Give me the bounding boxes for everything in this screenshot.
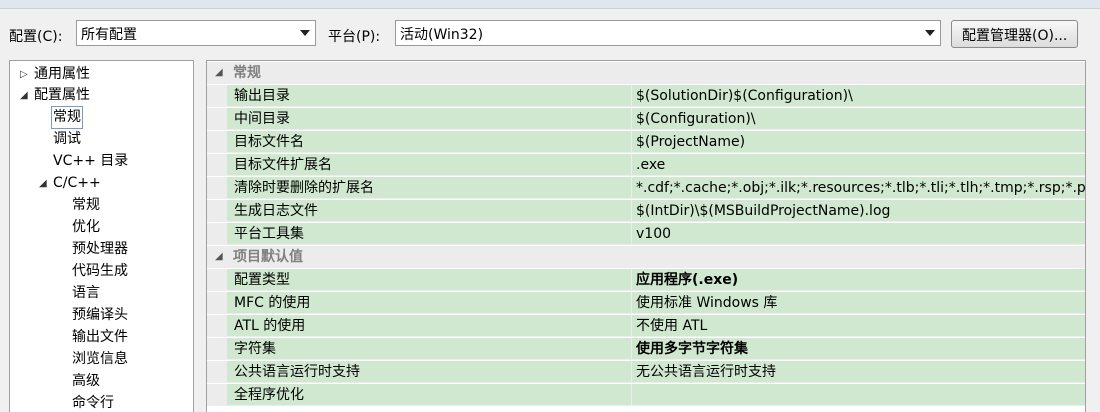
- tree-item-common-properties[interactable]: ▷ 通用属性: [20, 64, 90, 85]
- config-toolbar: 配置(C): 所有配置 平台(P): 活动(Win32) 配置管理器(O)...: [0, 14, 1100, 54]
- property-row-intermediate-directory[interactable]: 中间目录 $(Configuration)\: [207, 108, 1085, 130]
- tree-item-advanced[interactable]: 高级: [72, 371, 100, 392]
- tree-item-label: C/C++: [53, 175, 101, 191]
- tree-item-cpp-general[interactable]: 常规: [72, 195, 100, 216]
- property-value[interactable]: .exe: [632, 154, 1085, 175]
- property-grid: ◢ 常规 输出目录 $(SolutionDir)$(Configuration)…: [206, 60, 1086, 412]
- collapse-arrow-icon[interactable]: ◢: [39, 173, 47, 194]
- chevron-down-icon: [300, 30, 310, 36]
- property-name: 目标文件名: [227, 131, 631, 152]
- category-project-defaults[interactable]: ◢ 项目默认值: [207, 246, 1085, 268]
- property-name: 生成日志文件: [227, 200, 631, 221]
- config-label: 配置(C):: [9, 29, 63, 45]
- tree-item-label: 常规: [53, 109, 81, 125]
- property-row-target-name[interactable]: 目标文件名 $(ProjectName): [207, 131, 1085, 153]
- property-name: 配置类型: [227, 269, 631, 290]
- tree-item-label: 输出文件: [72, 329, 128, 345]
- property-value[interactable]: *.cdf;*.cache;*.obj;*.ilk;*.resources;*.…: [632, 177, 1085, 198]
- tree-item-label: 常规: [72, 197, 100, 213]
- property-row-configuration-type[interactable]: 配置类型 应用程序(.exe): [207, 269, 1085, 291]
- tree-item-label: 通用属性: [34, 66, 90, 82]
- tree-item-label: 预处理器: [72, 241, 128, 257]
- property-value[interactable]: 使用多字节字符集: [632, 338, 1085, 359]
- property-name: MFC 的使用: [227, 292, 631, 313]
- property-name: 清除时要删除的扩展名: [227, 177, 631, 198]
- tree-item-label: VC++ 目录: [53, 153, 129, 169]
- property-row-build-log-file[interactable]: 生成日志文件 $(IntDir)\$(MSBuildProjectName).l…: [207, 200, 1085, 222]
- property-name: 平台工具集: [227, 223, 631, 244]
- property-name: 输出目录: [227, 85, 631, 106]
- category-label: 项目默认值: [233, 249, 303, 265]
- property-name: 全程序优化: [227, 384, 631, 405]
- tree-item-label: 预编译头: [72, 307, 128, 323]
- property-row-platform-toolset[interactable]: 平台工具集 v100: [207, 223, 1085, 245]
- tree-item-code-generation[interactable]: 代码生成: [72, 261, 128, 282]
- property-row-output-directory[interactable]: 输出目录 $(SolutionDir)$(Configuration)\: [207, 85, 1085, 107]
- tree-item-label: 浏览信息: [72, 351, 128, 367]
- property-row-use-of-mfc[interactable]: MFC 的使用 使用标准 Windows 库: [207, 292, 1085, 314]
- property-value[interactable]: 无公共语言运行时支持: [632, 361, 1085, 382]
- tree-item-general[interactable]: 常规: [51, 106, 83, 129]
- category-label: 常规: [233, 65, 261, 81]
- category-general[interactable]: ◢ 常规: [207, 62, 1085, 84]
- tree-item-c-cpp[interactable]: ◢ C/C++: [39, 173, 101, 194]
- title-bar-strip: [0, 0, 1100, 9]
- property-row-character-set[interactable]: 字符集 使用多字节字符集: [207, 338, 1085, 360]
- property-value[interactable]: v100: [632, 223, 1085, 244]
- property-row-target-extension[interactable]: 目标文件扩展名 .exe: [207, 154, 1085, 176]
- collapse-arrow-icon[interactable]: ◢: [215, 246, 223, 268]
- config-dropdown[interactable]: 所有配置: [76, 20, 316, 46]
- tree-item-label: 高级: [72, 373, 100, 389]
- property-row-extensions-to-delete[interactable]: 清除时要删除的扩展名 *.cdf;*.cache;*.obj;*.ilk;*.r…: [207, 177, 1085, 199]
- tree-item-label: 语言: [72, 285, 100, 301]
- property-value[interactable]: $(ProjectName): [632, 131, 1085, 152]
- property-value[interactable]: 应用程序(.exe): [632, 269, 1085, 290]
- config-dropdown-value: 所有配置: [81, 27, 137, 43]
- tree-item-config-properties[interactable]: ◢ 配置属性: [20, 85, 90, 106]
- tree-item-label: 优化: [72, 219, 100, 235]
- property-name: 公共语言运行时支持: [227, 361, 631, 382]
- tree-item-preprocessor[interactable]: 预处理器: [72, 239, 128, 260]
- tree-item-debugging[interactable]: 调试: [53, 129, 81, 150]
- tree-item-vc-directories[interactable]: VC++ 目录: [53, 151, 128, 172]
- property-row-clr-support[interactable]: 公共语言运行时支持 无公共语言运行时支持: [207, 361, 1085, 383]
- property-value[interactable]: 不使用 ATL: [632, 315, 1085, 336]
- tree-item-language[interactable]: 语言: [72, 283, 100, 304]
- platform-dropdown-value: 活动(Win32): [400, 27, 484, 43]
- platform-label: 平台(P):: [328, 29, 381, 45]
- tree-item-label: 配置属性: [34, 87, 90, 103]
- tree-item-output-files[interactable]: 输出文件: [72, 327, 128, 348]
- property-name: 中间目录: [227, 108, 631, 129]
- property-tree[interactable]: ▷ 通用属性 ◢ 配置属性 常规 调试 VC++ 目录 ◢ C/C++ 常规 优…: [9, 60, 194, 412]
- tree-item-label: 命令行: [72, 395, 114, 411]
- chevron-down-icon: [925, 30, 935, 36]
- property-row-whole-program-optimization[interactable]: 全程序优化: [207, 384, 1085, 406]
- tree-item-label: 代码生成: [72, 263, 128, 279]
- platform-dropdown[interactable]: 活动(Win32): [395, 20, 941, 46]
- tree-item-command-line[interactable]: 命令行: [72, 393, 114, 412]
- property-value[interactable]: $(Configuration)\: [632, 108, 1085, 129]
- property-value[interactable]: $(IntDir)\$(MSBuildProjectName).log: [632, 200, 1085, 221]
- property-value[interactable]: 使用标准 Windows 库: [632, 292, 1085, 313]
- config-manager-button[interactable]: 配置管理器(O)...: [951, 20, 1079, 48]
- tree-item-precompiled-headers[interactable]: 预编译头: [72, 305, 128, 326]
- property-row-use-of-atl[interactable]: ATL 的使用 不使用 ATL: [207, 315, 1085, 337]
- tree-item-optimization[interactable]: 优化: [72, 217, 100, 238]
- tree-item-browse-information[interactable]: 浏览信息: [72, 349, 128, 370]
- property-value[interactable]: [632, 384, 1085, 405]
- collapse-arrow-icon[interactable]: ◢: [215, 62, 223, 84]
- expand-arrow-icon[interactable]: ▷: [20, 64, 28, 85]
- tree-item-label: 调试: [53, 131, 81, 147]
- property-value[interactable]: $(SolutionDir)$(Configuration)\: [632, 85, 1085, 106]
- property-name: 目标文件扩展名: [227, 154, 631, 175]
- property-name: 字符集: [227, 338, 631, 359]
- collapse-arrow-icon[interactable]: ◢: [20, 85, 28, 106]
- property-name: ATL 的使用: [227, 315, 631, 336]
